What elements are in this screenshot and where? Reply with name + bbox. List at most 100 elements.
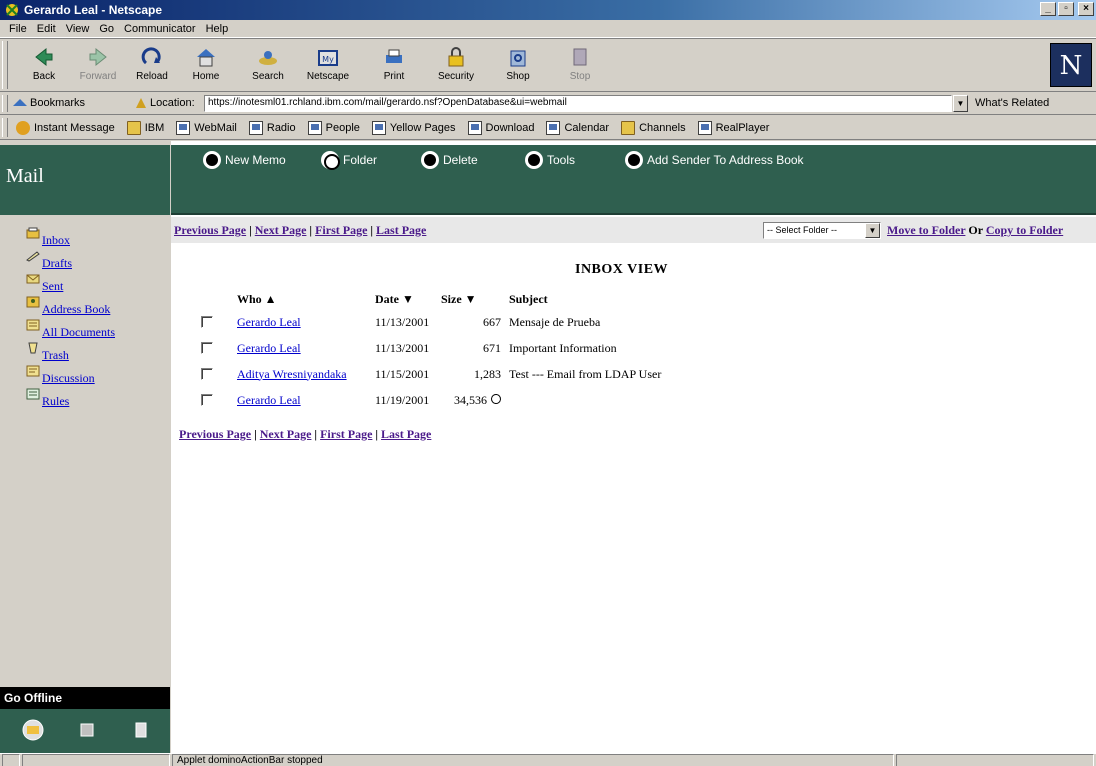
row-checkbox[interactable] [201,316,213,328]
folder-inbox[interactable]: Inbox [26,227,115,250]
table-row: Gerardo Leal 11/13/2001 667 Mensaje de P… [201,309,749,335]
header-size[interactable]: Size ▼ [441,289,509,309]
sent-envelope-icon [26,274,40,284]
url-dropdown-button[interactable]: ▼ [953,95,968,112]
instant-message-link[interactable]: Instant Message [16,120,115,135]
forward-button[interactable]: Forward [70,43,126,89]
offline-clipboard-icon[interactable] [130,719,152,741]
tools-button[interactable]: Tools [525,151,575,169]
ibm-link[interactable]: IBM [126,120,164,135]
close-button[interactable]: × [1078,2,1094,16]
sender-link[interactable]: Gerardo Leal [237,393,301,407]
folder-discussion[interactable]: Discussion [26,365,115,388]
move-to-folder-link[interactable]: Move to Folder [887,223,965,237]
maximize-button[interactable]: ▫ [1058,2,1074,16]
next-page-link[interactable]: Next Page [260,427,312,441]
folder-trash[interactable]: Trash [26,342,115,365]
folder-address-book[interactable]: Address Book [26,296,115,319]
previous-page-link[interactable]: Previous Page [179,427,251,441]
netscape-button[interactable]: My Netscape [300,43,356,89]
header-date[interactable]: Date ▼ [375,289,441,309]
print-label: Print [383,71,405,82]
shop-button[interactable]: Shop [490,43,546,89]
menu-help[interactable]: Help [201,23,234,35]
first-page-link[interactable]: First Page [315,223,367,237]
calendar-link[interactable]: Calendar [546,120,609,135]
whats-related-button[interactable]: What's Related [975,97,1049,109]
previous-page-link[interactable]: Previous Page [174,223,246,237]
security-button[interactable]: Security [428,43,484,89]
stop-button[interactable]: Stop [552,43,608,89]
webmail-link[interactable]: WebMail [176,120,237,135]
last-page-link[interactable]: Last Page [381,427,431,441]
go-offline-label: Go Offline [0,687,170,709]
search-label: Search [252,71,284,82]
back-button[interactable]: Back [16,43,72,89]
row-checkbox[interactable] [201,342,213,354]
pager-separator: | [311,427,321,441]
security-lock-icon[interactable] [2,754,20,766]
date-cell: 11/15/2001 [375,366,430,381]
reload-button[interactable]: Reload [124,43,180,89]
new-memo-label: New Memo [225,153,286,167]
folder-drafts-link[interactable]: Drafts [42,256,72,271]
toolbar-grip[interactable] [2,95,8,112]
home-button[interactable]: Home [178,43,234,89]
folder-address-book-link[interactable]: Address Book [42,302,110,317]
radio-link[interactable]: Radio [248,120,296,135]
sender-link[interactable]: Gerardo Leal [237,315,301,329]
header-who[interactable]: Who ▲ [237,289,375,309]
toolbar-grip[interactable] [2,41,8,89]
print-button[interactable]: Print [366,43,422,89]
status-message: Applet dominoActionBar stopped [172,754,894,766]
folder-rules-link[interactable]: Rules [42,394,69,409]
chevron-down-icon[interactable]: ▼ [865,223,880,238]
folder-button[interactable]: Folder [321,151,377,170]
folder-all-documents-link[interactable]: All Documents [42,325,115,340]
home-icon [197,49,215,67]
menu-edit[interactable]: Edit [32,23,61,35]
netscape-logo[interactable]: N [1050,43,1092,87]
menu-view[interactable]: View [61,23,95,35]
url-field[interactable]: https://inotesml01.rchland.ibm.com/mail/… [204,95,952,112]
folder-rules[interactable]: Rules [26,388,115,411]
people-link[interactable]: People [307,120,360,135]
folder-sent[interactable]: Sent [26,273,115,296]
bookmarks-button[interactable]: Bookmarks [30,97,85,109]
minimize-button[interactable]: _ [1040,2,1056,16]
component-bar[interactable] [896,754,1094,766]
realplayer-link[interactable]: RealPlayer [697,120,769,135]
folder-discussion-link[interactable]: Discussion [42,371,95,386]
download-link[interactable]: Download [467,120,534,135]
channels-link[interactable]: Channels [621,120,686,135]
search-button[interactable]: Search [240,43,296,89]
offline-mail-icon[interactable] [22,719,44,741]
folder-inbox-link[interactable]: Inbox [42,233,70,248]
row-checkbox[interactable] [201,394,213,406]
toolbar-grip[interactable] [2,118,8,137]
stop-label: Stop [569,71,591,82]
copy-to-folder-link[interactable]: Copy to Folder [986,223,1063,237]
add-sender-button[interactable]: Add Sender To Address Book [625,151,804,169]
delete-button[interactable]: Delete [421,151,478,169]
row-checkbox[interactable] [201,368,213,380]
offline-sync-icon[interactable] [76,719,98,741]
search-icon [259,51,277,65]
sender-link[interactable]: Aditya Wresniyandaka [237,367,347,381]
first-page-link[interactable]: First Page [320,427,372,441]
folder-trash-link[interactable]: Trash [42,348,69,363]
menu-file[interactable]: File [4,23,32,35]
last-page-link[interactable]: Last Page [376,223,426,237]
folder-all-documents[interactable]: All Documents [26,319,115,342]
menu-communicator[interactable]: Communicator [119,23,201,35]
folder-select[interactable]: -- Select Folder -- ▼ [763,222,881,239]
person-icon [16,120,30,135]
menu-go[interactable]: Go [94,23,119,35]
yellow-pages-link[interactable]: Yellow Pages [371,120,456,135]
new-memo-button[interactable]: New Memo [203,151,286,169]
next-page-link[interactable]: Next Page [255,223,307,237]
sender-link[interactable]: Gerardo Leal [237,341,301,355]
folder-sent-link[interactable]: Sent [42,279,63,294]
subject-cell: Mensaje de Prueba [509,314,601,329]
folder-drafts[interactable]: Drafts [26,250,115,273]
